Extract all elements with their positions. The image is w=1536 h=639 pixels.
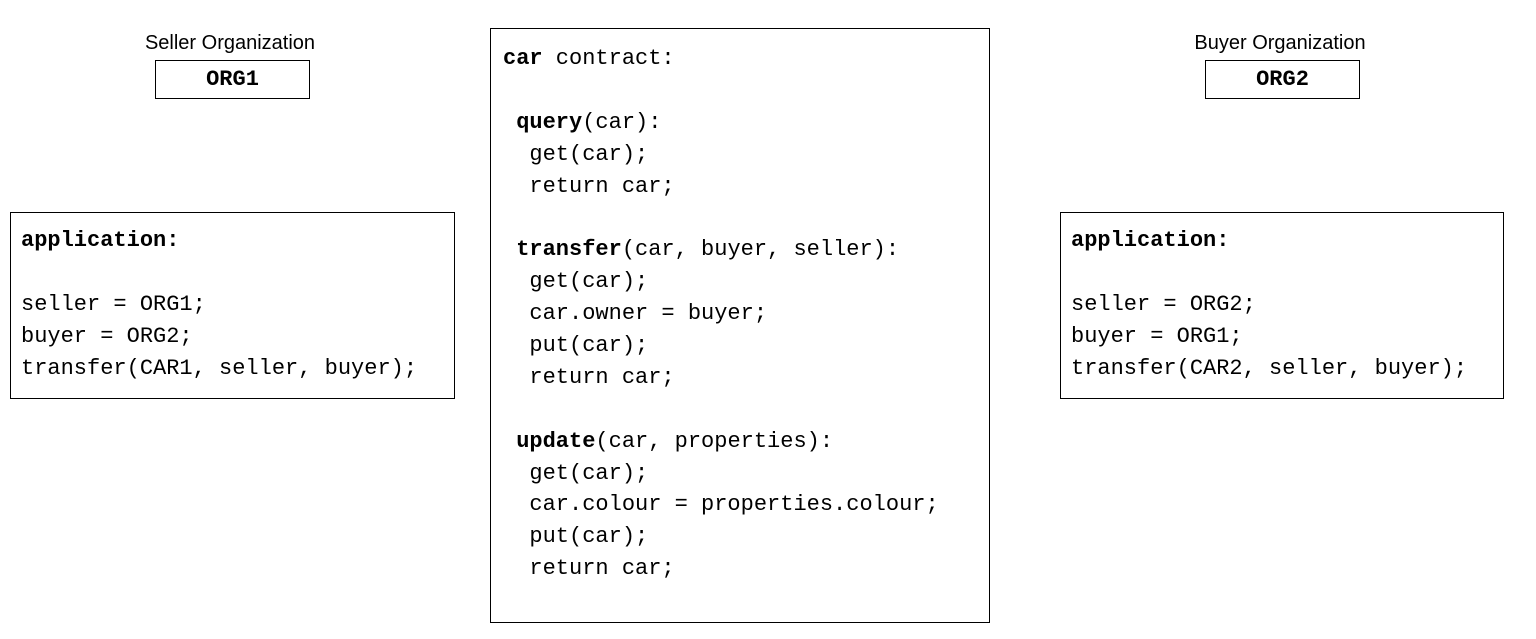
app-left-l3: transfer(CAR1, seller, buyer); xyxy=(21,356,417,381)
transfer-kw: transfer xyxy=(503,237,622,262)
update-l3: put(car); xyxy=(503,524,648,549)
app-left-l2: buyer = ORG2; xyxy=(21,324,193,349)
update-l2: car.colour = properties.colour; xyxy=(503,492,939,517)
buyer-org-box: ORG2 xyxy=(1205,60,1360,99)
seller-org-box: ORG1 xyxy=(155,60,310,99)
transfer-l3: put(car); xyxy=(503,333,648,358)
contract-header-kw: car xyxy=(503,46,543,71)
transfer-l2: car.owner = buyer; xyxy=(503,301,767,326)
transfer-l4: return car; xyxy=(503,365,675,390)
update-kw: update xyxy=(503,429,595,454)
query-kw: query xyxy=(503,110,582,135)
buyer-org-label: Buyer Organization xyxy=(1190,32,1370,55)
query-sig: (car): xyxy=(582,110,661,135)
app-left-l1: seller = ORG1; xyxy=(21,292,206,317)
update-sig: (car, properties): xyxy=(595,429,833,454)
app-right-title: application: xyxy=(1071,228,1229,253)
transfer-sig: (car, buyer, seller): xyxy=(622,237,899,262)
app-right-l2: buyer = ORG1; xyxy=(1071,324,1243,349)
seller-org-label: Seller Organization xyxy=(140,32,320,55)
contract-header-rest: contract: xyxy=(543,46,675,71)
transfer-l1: get(car); xyxy=(503,269,648,294)
query-l2: return car; xyxy=(503,174,675,199)
update-l4: return car; xyxy=(503,556,675,581)
app-left-title: application: xyxy=(21,228,179,253)
seller-application-box: application: seller = ORG1; buyer = ORG2… xyxy=(10,212,455,399)
buyer-application-box: application: seller = ORG2; buyer = ORG1… xyxy=(1060,212,1504,399)
app-right-l3: transfer(CAR2, seller, buyer); xyxy=(1071,356,1467,381)
query-l1: get(car); xyxy=(503,142,648,167)
contract-box: car contract: query(car): get(car); retu… xyxy=(490,28,990,623)
update-l1: get(car); xyxy=(503,461,648,486)
app-right-l1: seller = ORG2; xyxy=(1071,292,1256,317)
